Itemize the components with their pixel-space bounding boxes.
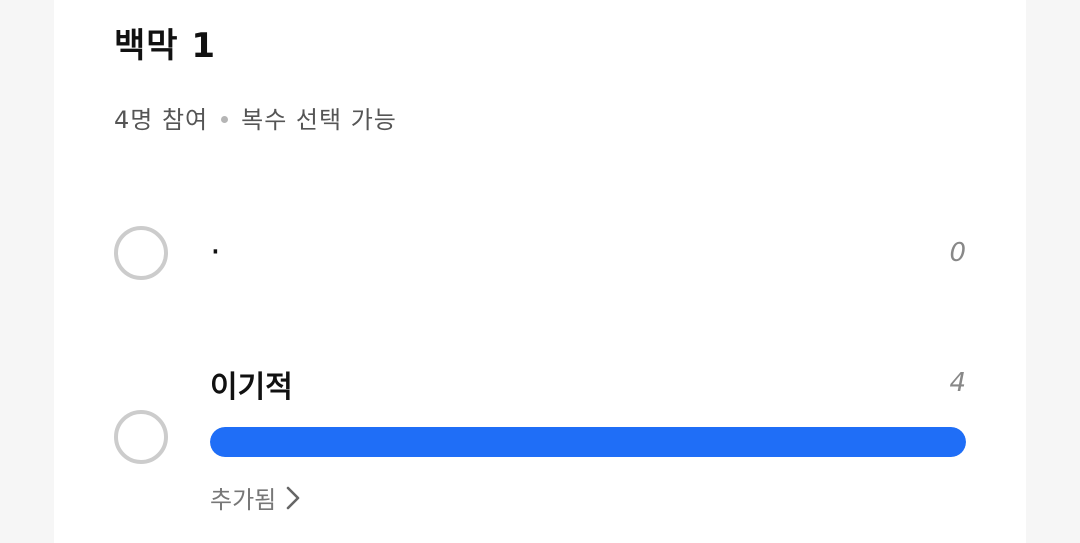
option-2-count: 4 — [949, 368, 966, 398]
poll-meta: 4명 참여 복수 선택 가능 — [114, 100, 397, 135]
separator-dot — [221, 116, 229, 123]
option-1-radio[interactable] — [114, 226, 168, 280]
option-2-label[interactable]: 이기적 — [210, 362, 293, 406]
participant-count: 4명 참여 — [114, 106, 209, 134]
option-2-vote-bar-fill — [210, 427, 966, 457]
option-2-vote-bar — [210, 427, 966, 457]
poll-title: 백막 1 — [114, 26, 217, 66]
poll-card: 백막 1 4명 참여 복수 선택 가능 · 0 이기적 4 추가됨 — [54, 0, 1026, 543]
option-1-count: 0 — [949, 238, 966, 268]
chevron-right-icon — [286, 486, 300, 510]
option-2-radio[interactable] — [114, 410, 168, 464]
option-1-label[interactable]: · — [210, 232, 221, 272]
added-by-label: 추가됨 — [210, 486, 277, 514]
multi-select-label: 복수 선택 가능 — [241, 106, 397, 134]
added-by-link[interactable]: 추가됨 — [210, 480, 300, 515]
